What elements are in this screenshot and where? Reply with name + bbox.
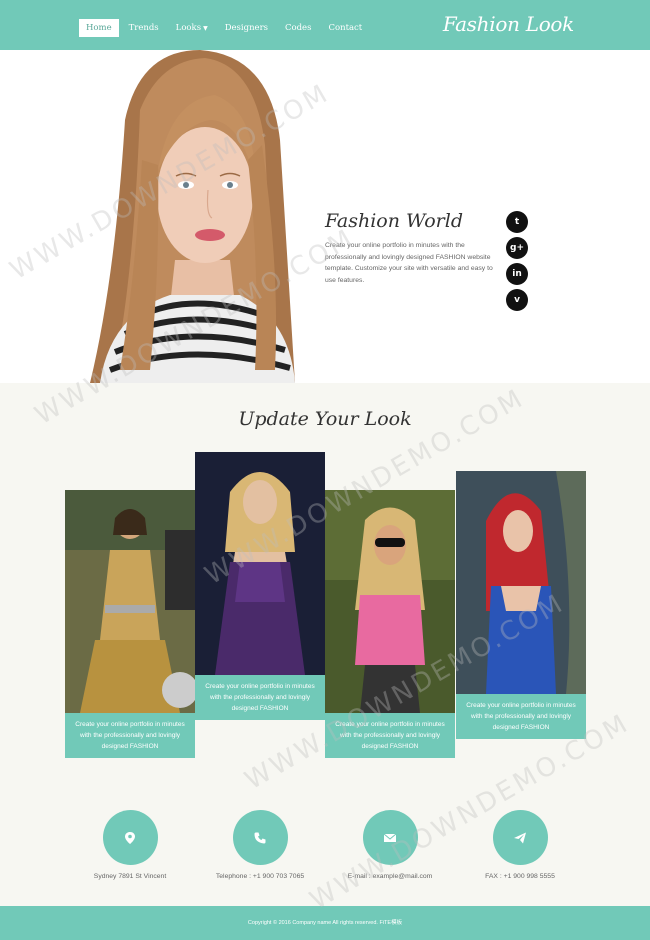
nav-designers[interactable]: Designers [218, 19, 275, 37]
card-photo [325, 490, 455, 713]
envelope-icon[interactable] [362, 810, 418, 865]
card-photo [65, 490, 195, 713]
chevron-down-icon: ▼ [203, 25, 208, 32]
linkedin-icon[interactable]: in [506, 263, 528, 285]
vimeo-icon[interactable]: v [506, 289, 528, 311]
phone-icon[interactable] [232, 810, 288, 865]
nav-looks[interactable]: Looks ▼ [169, 19, 215, 37]
card-photo [195, 452, 325, 675]
card-caption: Create your online portfolio in minutes … [65, 713, 195, 758]
look-card[interactable]: Create your online portfolio in minutes … [456, 471, 586, 739]
footer: Copyright © 2016 Company name All rights… [0, 906, 650, 940]
card-caption: Create your online portfolio in minutes … [325, 713, 455, 758]
look-card[interactable]: Create your online portfolio in minutes … [195, 452, 325, 720]
hero-section: Fashion World Create your online portfol… [0, 50, 650, 383]
paper-plane-icon[interactable] [492, 810, 548, 865]
contact-text: E-mail : example@mail.com [347, 873, 433, 880]
hero-description: Create your online portfolio in minutes … [325, 242, 493, 284]
nav-contact[interactable]: Contact [321, 19, 369, 37]
location-pin-icon[interactable] [102, 810, 158, 865]
contact-phone: Telephone : +1 900 703 7065 [185, 810, 335, 880]
nav-trends[interactable]: Trends [122, 19, 166, 37]
card-photo [456, 471, 586, 694]
brand-logo[interactable]: Fashion Look [443, 12, 574, 36]
section-title: Update Your Look [238, 408, 412, 430]
social-links: t g+ in v [506, 211, 528, 315]
hero-model-photo [90, 50, 295, 383]
contact-text: FAX : +1 900 998 5555 [485, 873, 555, 880]
nav-home[interactable]: Home [79, 19, 119, 37]
main-nav: Home Trends Looks ▼ Designers Codes Conta… [79, 19, 372, 37]
contact-text: Sydney 7891 St Vincent [93, 873, 167, 880]
contact-address: Sydney 7891 St Vincent [55, 810, 205, 880]
contact-email: E-mail : example@mail.com [315, 810, 465, 880]
twitter-icon[interactable]: t [506, 211, 528, 233]
look-card[interactable]: Create your online portfolio in minutes … [325, 490, 455, 758]
card-caption: Create your online portfolio in minutes … [456, 694, 586, 739]
card-caption: Create your online portfolio in minutes … [195, 675, 325, 720]
google-plus-icon[interactable]: g+ [506, 237, 528, 259]
contact-fax: FAX : +1 900 998 5555 [445, 810, 595, 880]
look-card[interactable]: Create your online portfolio in minutes … [65, 490, 195, 758]
contact-text: Telephone : +1 900 703 7065 [215, 873, 305, 880]
nav-codes[interactable]: Codes [278, 19, 318, 37]
hero-title: Fashion World [325, 210, 464, 232]
top-navbar: Home Trends Looks ▼ Designers Codes Conta… [0, 0, 650, 50]
